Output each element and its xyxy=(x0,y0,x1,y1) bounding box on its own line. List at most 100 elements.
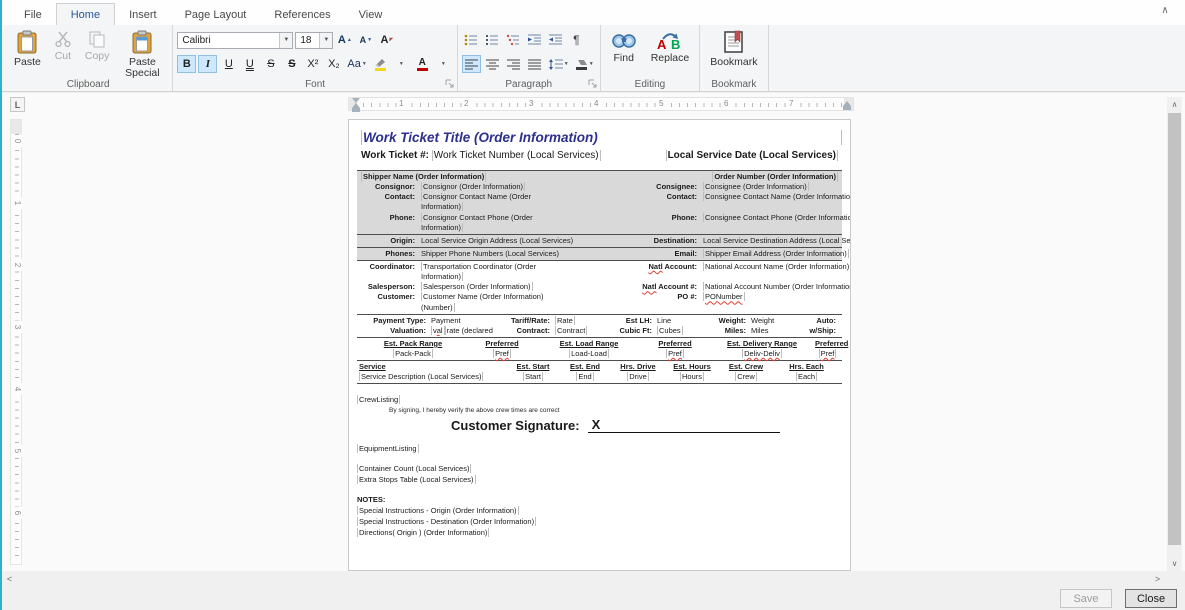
scroll-left-icon[interactable]: < xyxy=(2,574,17,584)
superscript-button[interactable]: X² xyxy=(303,55,322,73)
hrs-drive-field[interactable]: Drive xyxy=(627,372,649,381)
bold-button[interactable]: B xyxy=(177,55,196,73)
font-name-dropdown-icon[interactable]: ▼ xyxy=(279,33,292,48)
align-left-button[interactable] xyxy=(462,55,481,73)
increase-indent-button[interactable] xyxy=(546,31,565,49)
special-instructions-origin-field[interactable]: Special Instructions - Origin (Order Inf… xyxy=(357,506,519,515)
est-crew-field[interactable]: Crew xyxy=(735,372,757,381)
decrease-indent-button[interactable] xyxy=(525,31,544,49)
hrs-each-field[interactable]: Each xyxy=(796,372,817,381)
consignee-phone-field[interactable]: Consignee Contact Phone (Order Informati… xyxy=(703,213,851,222)
highlight-dropdown-icon[interactable]: ▼ xyxy=(392,55,411,73)
service-description-field[interactable]: Service Description (Local Services) xyxy=(359,372,483,381)
bullet-list-button[interactable] xyxy=(462,31,481,49)
shrink-font-button[interactable]: A▼ xyxy=(356,31,375,49)
shipper-email-field[interactable]: Shipper Email Address (Order Information… xyxy=(703,249,849,258)
delivery-preferred-field[interactable]: Pref xyxy=(819,349,837,358)
tab-stop-selector[interactable]: L xyxy=(10,97,25,112)
valuation-rate-field[interactable]: rate (declared) xyxy=(445,326,493,335)
line-field[interactable]: Line xyxy=(657,316,699,326)
consignee-field[interactable]: Consignee (Order Information) xyxy=(703,182,809,191)
vertical-scrollbar[interactable]: ∧ ∨ xyxy=(1167,97,1182,571)
font-dialog-launcher-icon[interactable] xyxy=(445,79,455,89)
line-spacing-button[interactable]: ▼ xyxy=(546,55,571,73)
customer-name-field[interactable]: Customer Name (Order Information)(Number… xyxy=(421,292,543,311)
scroll-up-icon[interactable]: ∧ xyxy=(1167,97,1182,112)
consignor-field[interactable]: Consignor (Order Information) xyxy=(421,182,525,191)
multilevel-list-button[interactable] xyxy=(504,31,523,49)
strikethrough-button[interactable]: S xyxy=(261,55,280,73)
tab-insert[interactable]: Insert xyxy=(115,4,171,25)
est-end-field[interactable]: End xyxy=(576,372,593,381)
destination-address-field[interactable]: Local Service Destination Address (Local… xyxy=(703,236,851,246)
directions-origin-field[interactable]: Directions( Origin ) (Order Information) xyxy=(357,528,489,537)
consignor-contact-field[interactable]: Consignor Contact Name (Order Informatio… xyxy=(421,192,531,211)
show-formatting-marks-button[interactable]: ¶ xyxy=(567,31,586,49)
extra-stops-field[interactable]: Extra Stops Table (Local Services) xyxy=(357,475,476,484)
rate-field[interactable]: Rate xyxy=(555,316,575,325)
double-strikethrough-button[interactable]: S xyxy=(282,55,301,73)
tab-file[interactable]: File xyxy=(10,4,56,25)
font-size-combobox[interactable]: 18 ▼ xyxy=(295,32,333,49)
consignee-contact-field[interactable]: Consignee Contact Name (Order Informatio… xyxy=(703,192,851,201)
scroll-down-icon[interactable]: ∨ xyxy=(1167,556,1182,571)
tab-view[interactable]: View xyxy=(345,4,397,25)
doc-title-field[interactable]: Work Ticket Title (Order Information) xyxy=(361,130,842,145)
align-center-button[interactable] xyxy=(483,55,502,73)
container-count-field[interactable]: Container Count (Local Services) xyxy=(357,464,471,473)
tab-page-layout[interactable]: Page Layout xyxy=(171,4,261,25)
contract-field[interactable]: Contract xyxy=(555,326,587,335)
natl-account-number-field[interactable]: National Account Number (Order Informati… xyxy=(703,282,851,291)
subscript-button[interactable]: X₂ xyxy=(324,55,343,73)
document-page[interactable]: Work Ticket Title (Order Information) Wo… xyxy=(348,119,851,571)
natl-account-name-field[interactable]: National Account Name (Order Information… xyxy=(703,262,851,271)
work-ticket-number-field[interactable]: Work Ticket Number (Local Services) xyxy=(432,150,601,161)
clear-formatting-button[interactable]: A◤ xyxy=(377,31,396,49)
highlight-color-button[interactable] xyxy=(371,55,390,73)
tab-home[interactable]: Home xyxy=(56,3,115,25)
equipment-listing-field[interactable]: EquipmentListing xyxy=(357,444,419,453)
double-underline-button[interactable]: U xyxy=(240,55,259,73)
pack-range-field[interactable]: Pack-Pack xyxy=(393,349,433,358)
left-indent-marker[interactable] xyxy=(352,98,360,112)
shading-button[interactable]: ▼ xyxy=(573,55,596,73)
shipper-phones-field[interactable]: Shipper Phone Numbers (Local Services) xyxy=(421,249,633,259)
paragraph-dialog-launcher-icon[interactable] xyxy=(588,79,598,89)
coordinator-field[interactable]: Transportation Coordinator (Order Inform… xyxy=(421,262,536,281)
grow-font-button[interactable]: A▲ xyxy=(335,31,354,49)
local-service-date-field[interactable]: Local Service Date (Local Services) xyxy=(666,150,838,161)
font-size-dropdown-icon[interactable]: ▼ xyxy=(319,33,332,48)
valuation-field[interactable]: val xyxy=(431,326,445,335)
miles-field[interactable]: Miles xyxy=(751,326,797,336)
close-button[interactable]: Close xyxy=(1125,589,1177,608)
po-number-field[interactable]: PONumber xyxy=(703,292,745,301)
est-hours-field[interactable]: Hours xyxy=(680,372,704,381)
special-instructions-destination-field[interactable]: Special Instructions - Destination (Orde… xyxy=(357,517,536,526)
font-color-dropdown-icon[interactable]: ▼ xyxy=(434,55,453,73)
weight-field[interactable]: Weight xyxy=(751,316,797,326)
order-number-field[interactable]: Order Number (Order Information) xyxy=(712,172,838,182)
align-right-button[interactable] xyxy=(504,55,523,73)
italic-button[interactable]: I xyxy=(198,55,217,73)
vertical-scrollbar-thumb[interactable] xyxy=(1168,113,1181,545)
font-name-combobox[interactable]: Calibri ▼ xyxy=(177,32,293,49)
right-indent-marker[interactable] xyxy=(843,101,851,110)
cubes-field[interactable]: Cubes xyxy=(657,326,683,335)
est-start-field[interactable]: Start xyxy=(523,372,543,381)
shipper-name-field[interactable]: Shipper Name (Order Information) xyxy=(361,172,486,182)
numbered-list-button[interactable] xyxy=(483,31,502,49)
change-case-button[interactable]: Aa▼ xyxy=(345,55,368,73)
load-range-field[interactable]: Load-Load xyxy=(569,349,609,358)
justify-button[interactable] xyxy=(525,55,544,73)
salesperson-field[interactable]: Salesperson (Order Information) xyxy=(421,282,533,291)
delivery-range-field[interactable]: Deliv-Deliv xyxy=(742,349,782,358)
origin-address-field[interactable]: Local Service Origin Address (Local Serv… xyxy=(421,236,633,246)
pack-preferred-field[interactable]: Pref xyxy=(493,349,511,358)
tab-references[interactable]: References xyxy=(260,4,344,25)
payment-field[interactable]: Payment xyxy=(431,316,493,326)
scroll-right-icon[interactable]: > xyxy=(1150,574,1165,584)
consignor-phone-field[interactable]: Consignor Contact Phone (Order Informati… xyxy=(421,213,533,232)
save-button[interactable]: Save xyxy=(1060,589,1112,608)
underline-button[interactable]: U xyxy=(219,55,238,73)
horizontal-scrollbar[interactable]: < > xyxy=(2,571,1165,586)
